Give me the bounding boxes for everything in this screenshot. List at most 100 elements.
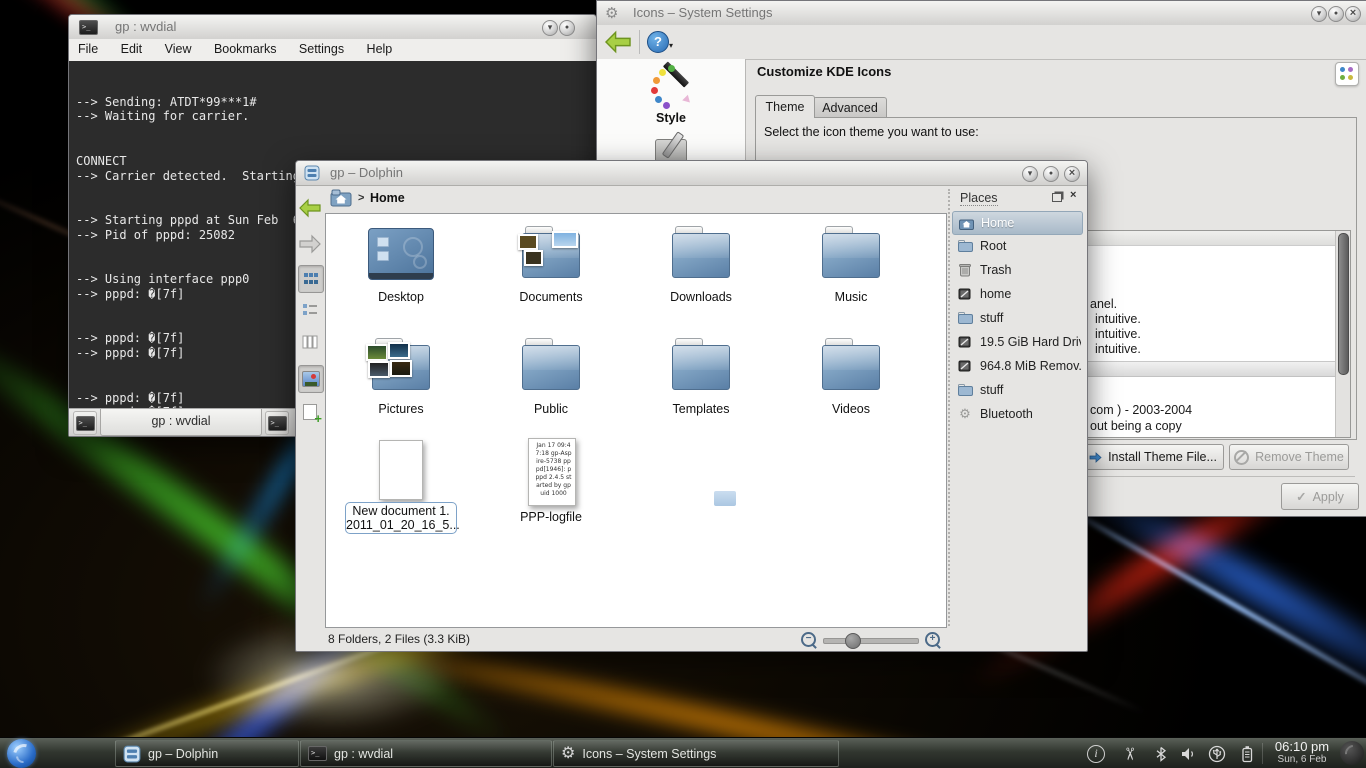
taskbar-item-wvdial[interactable]: >_ gp : wvdial xyxy=(300,740,552,767)
close-icon[interactable]: × xyxy=(1064,166,1080,182)
minimize-button[interactable]: ▾ xyxy=(1022,166,1038,182)
new-tab-button[interactable]: >_ xyxy=(73,411,97,435)
terminal-menubar: File Edit View Bookmarks Settings Help xyxy=(69,39,596,62)
scrollbar[interactable] xyxy=(1335,231,1350,437)
folder-item-pictures[interactable]: Pictures xyxy=(326,332,476,442)
place-item-hard-drive[interactable]: 19.5 GiB Hard Drive xyxy=(952,331,1081,353)
dolphin-toolbar: + xyxy=(296,185,324,626)
clock[interactable]: 06:10 pm Sun, 6 Feb xyxy=(1266,740,1338,767)
menu-help[interactable]: Help xyxy=(358,39,402,56)
file-item-ppp-logfile[interactable]: Jan 17 09:4 7:18 gp-Asp ire-5738 pp pd[1… xyxy=(476,436,626,556)
chevron-down-icon: ▾ xyxy=(669,41,673,50)
dolphin-statusbar: 8 Folders, 2 Files (3.3 KiB) − + xyxy=(296,627,1087,651)
zoom-out-icon[interactable]: − xyxy=(801,632,816,647)
place-item-stuff[interactable]: stuff xyxy=(952,307,1081,329)
terminal-window-title: gp : wvdial xyxy=(115,19,176,34)
folder-item-videos[interactable]: Videos xyxy=(776,332,926,442)
file-view[interactable]: Desktop Documents Downloads Music xyxy=(325,213,947,628)
menu-edit[interactable]: Edit xyxy=(112,39,152,56)
gear-icon: ⚙ xyxy=(605,4,618,22)
zoom-slider-handle[interactable] xyxy=(845,633,861,649)
columns-view-button[interactable] xyxy=(298,329,322,355)
close-icon[interactable]: × xyxy=(1345,6,1361,22)
apply-button[interactable]: ✓ Apply xyxy=(1281,483,1359,510)
klipper-scissors-icon[interactable]: ✂ xyxy=(1118,743,1140,765)
style-icon xyxy=(649,65,693,109)
maximize-button[interactable]: ● xyxy=(1043,166,1059,182)
minimize-button[interactable]: ▾ xyxy=(542,20,558,36)
launcher-icon[interactable] xyxy=(7,739,36,768)
tab-list-button[interactable]: >_ xyxy=(265,411,289,435)
breadcrumb-home[interactable]: Home xyxy=(370,191,405,205)
back-button[interactable] xyxy=(298,195,322,221)
place-item-trash[interactable]: Trash xyxy=(952,259,1081,281)
list-row-fragment: intuitive. xyxy=(1095,342,1141,356)
zoom-slider[interactable] xyxy=(823,638,919,644)
place-item-home-drive[interactable]: home xyxy=(952,283,1081,305)
dolphin-task-icon xyxy=(123,745,141,763)
taskbar-item-dolphin[interactable]: gp – Dolphin xyxy=(115,740,299,767)
minimize-button[interactable]: ▾ xyxy=(1311,6,1327,22)
folder-item-desktop[interactable]: Desktop xyxy=(326,220,476,330)
terminal-tab[interactable]: gp : wvdial xyxy=(100,409,262,436)
folder-item-documents[interactable]: Documents xyxy=(476,220,626,330)
install-theme-button[interactable]: Install Theme File... xyxy=(1082,444,1224,470)
place-item-removable[interactable]: 964.8 MiB Remov... xyxy=(952,355,1081,377)
forward-button[interactable] xyxy=(298,231,322,257)
tab-theme[interactable]: Theme xyxy=(755,95,815,118)
menu-view[interactable]: View xyxy=(156,39,201,56)
overview-icon[interactable] xyxy=(1335,62,1359,86)
back-icon[interactable] xyxy=(603,30,633,54)
home-icon[interactable] xyxy=(330,188,352,208)
zoom-in-icon[interactable]: + xyxy=(925,632,940,647)
system-settings-title: Icons – System Settings xyxy=(633,5,772,20)
float-panel-icon[interactable] xyxy=(1052,193,1062,202)
hard-drive-icon xyxy=(957,334,973,350)
taskbar-item-system-settings[interactable]: ⚙ Icons – System Settings xyxy=(553,740,839,767)
maximize-button[interactable]: ● xyxy=(1328,6,1344,22)
tab-advanced[interactable]: Advanced xyxy=(813,97,887,118)
dolphin-window: gp – Dolphin ▾ ● × > Home xyxy=(295,160,1088,652)
split-view-button[interactable]: + xyxy=(298,399,322,425)
maximize-button[interactable]: ● xyxy=(559,20,575,36)
close-panel-icon[interactable]: × xyxy=(1070,189,1076,201)
icon-view-button[interactable] xyxy=(298,265,324,293)
info-tray-icon[interactable]: i xyxy=(1085,743,1107,765)
terminal-titlebar[interactable]: >_ gp : wvdial ▾ ● xyxy=(69,15,596,40)
document-icon xyxy=(379,440,423,500)
volume-icon[interactable] xyxy=(1178,743,1200,765)
bluetooth-icon[interactable] xyxy=(1150,743,1172,765)
sidebar-item-style[interactable]: Style xyxy=(597,63,745,127)
menu-settings[interactable]: Settings xyxy=(290,39,353,56)
folder-item-templates[interactable]: Templates xyxy=(626,332,776,442)
trash-icon xyxy=(957,262,973,278)
documents-folder-icon xyxy=(522,226,580,278)
dolphin-titlebar[interactable]: gp – Dolphin ▾ ● × xyxy=(296,161,1087,186)
no-entry-icon xyxy=(1234,450,1249,465)
usb-device-icon[interactable] xyxy=(1206,743,1228,765)
panel-cashew-icon[interactable] xyxy=(1340,741,1364,765)
preview-icon xyxy=(302,371,320,387)
file-item-new-document[interactable]: New document 1. 2011_01_20_16_5... xyxy=(326,436,476,556)
scrollbar-thumb[interactable] xyxy=(1338,233,1349,375)
menu-file[interactable]: File xyxy=(69,39,107,56)
details-view-button[interactable] xyxy=(298,297,322,323)
folder-item-downloads[interactable]: Downloads xyxy=(626,220,776,330)
bluetooth-icon: ⚙ xyxy=(957,406,973,422)
system-settings-titlebar[interactable]: ⚙ Icons – System Settings ▾ ● × xyxy=(597,1,1366,26)
place-item-home[interactable]: Home xyxy=(952,211,1083,235)
preview-button[interactable] xyxy=(298,365,324,393)
place-item-stuff2[interactable]: stuff xyxy=(952,379,1081,401)
folder-icon xyxy=(957,310,973,326)
list-row-fragment: anel. xyxy=(1090,297,1117,311)
remove-theme-button[interactable]: Remove Theme xyxy=(1229,444,1349,470)
menu-bookmarks[interactable]: Bookmarks xyxy=(205,39,286,56)
battery-icon[interactable] xyxy=(1236,743,1258,765)
help-icon[interactable]: ? xyxy=(647,31,669,53)
folder-item-music[interactable]: Music xyxy=(776,220,926,330)
place-item-bluetooth[interactable]: ⚙ Bluetooth xyxy=(952,403,1081,425)
icon-view-icon xyxy=(303,271,319,287)
folder-item-public[interactable]: Public xyxy=(476,332,626,442)
place-item-root[interactable]: Root xyxy=(952,235,1081,257)
clock-time: 06:10 pm xyxy=(1266,740,1338,754)
